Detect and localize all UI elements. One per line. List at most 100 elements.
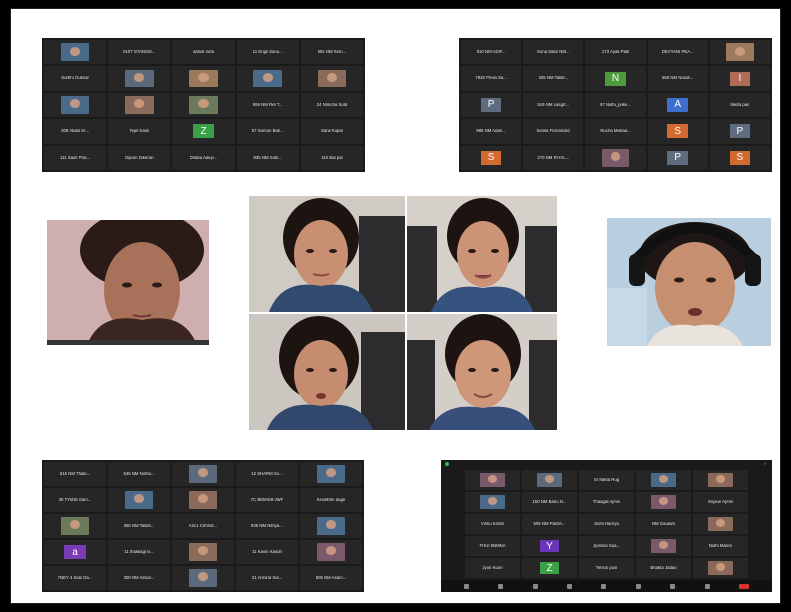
mute-button[interactable] [463,583,469,589]
participant-tile[interactable]: S [709,145,770,170]
participant-tile[interactable]: 110 Bat pal [300,145,363,170]
participant-tile[interactable]: Sohil Harnya [579,514,634,534]
participant-tile[interactable] [636,536,691,556]
participant-tile[interactable]: 581 NM Sem... [300,40,363,65]
participant-tile[interactable]: 505 NM Pachh... [522,514,577,534]
participant-tile[interactable]: 24 Nimcha Sold [300,92,363,118]
participant-tile[interactable]: 985 NM Adan... [461,119,522,144]
participant-tile[interactable] [636,492,691,512]
participant-tile[interactable]: 505 NM Talibl... [523,66,584,91]
record-button[interactable] [670,583,676,589]
participant-tile[interactable] [108,66,171,91]
participant-tile[interactable]: I [709,66,770,91]
participant-tile[interactable]: Dipum Dikeran [108,145,171,170]
participant-tile[interactable] [585,145,646,170]
participant-tile[interactable]: Tejel Kanli [108,119,171,144]
participant-tile[interactable]: 0107 STANSIS... [108,40,171,65]
participant-tile[interactable]: 835 NM Sutti... [236,145,299,170]
participant-tile[interactable] [108,92,171,118]
participant-tile[interactable]: P [647,145,708,170]
participant-tile[interactable] [172,66,235,91]
video-button[interactable] [498,583,504,589]
participant-tile[interactable]: Surbhi Gulmar [44,66,107,91]
participant-tile[interactable]: 7826 Privia Sa... [461,66,522,91]
participant-tile[interactable] [693,514,748,534]
participant-tile[interactable]: 7NEY 4 Sani Da... [44,566,106,590]
participant-tile[interactable]: Y [522,536,577,556]
participant-tile[interactable] [44,92,107,118]
participant-tile[interactable]: Bhakta Jadari [636,558,691,578]
participant-tile[interactable] [300,66,363,91]
participant-tile[interactable] [44,40,107,65]
participant-tile[interactable]: Vishu Kshar [465,514,520,534]
participant-tile[interactable]: a [44,540,106,564]
security-button[interactable] [532,583,538,589]
participant-tile[interactable]: 519 NM Lasgrt... [523,92,584,118]
participant-tile[interactable]: P [709,119,770,144]
participant-tile[interactable]: 11 Kavin Kasuh [236,540,298,564]
participant-tile[interactable]: Thaagat Ajmiri [579,492,634,512]
participant-tile[interactable]: Jyon Kuon [465,558,520,578]
participant-tile[interactable] [172,462,234,486]
participant-tile[interactable]: Dhaba Adeyi... [172,145,235,170]
participant-tile[interactable]: 12 SHARM Su... [236,462,298,486]
participant-tile[interactable] [300,462,362,486]
participant-tile[interactable]: Sanila Fernandez [523,119,584,144]
participant-tile[interactable]: 21 Armind Sal... [236,566,298,590]
participant-tile[interactable]: 11 thakkagl is... [108,540,170,564]
participant-tile[interactable]: 111 Saint Prot... [44,145,107,170]
participant-tile[interactable] [172,488,234,512]
participant-tile[interactable]: 300 NM Atmar... [108,566,170,590]
participant-tile[interactable]: Z [172,119,235,144]
participant-tile[interactable]: Rucha Mahad... [585,119,646,144]
participant-tile[interactable] [636,470,691,490]
participant-tile[interactable]: S [647,119,708,144]
participant-tile[interactable]: 595 NM Ret T... [236,92,299,118]
participant-tile[interactable]: 150 NM Banu N... [522,492,577,512]
participant-tile[interactable] [44,514,106,538]
participant-tile[interactable]: Kevalbhe duge [300,488,362,512]
participant-tile[interactable]: 515 NM Thaki... [44,462,106,486]
participant-tile[interactable]: NM Gautam [636,514,691,534]
share-screen-button[interactable] [635,583,641,589]
participant-tile[interactable]: P [461,92,522,118]
chat-button[interactable] [601,583,607,589]
reactions-button[interactable] [704,583,710,589]
participant-tile[interactable]: 208 Abdul Kr... [44,119,107,144]
participant-tile[interactable]: 11 Engli Sanu... [236,40,299,65]
participant-tile[interactable]: 30 TYMIS Sam... [44,488,106,512]
participant-tile[interactable]: Tehsin pusl [579,558,634,578]
participant-tile[interactable] [172,92,235,118]
participant-tile[interactable] [172,566,234,590]
participant-tile[interactable]: 835 NM Nithya... [236,514,298,538]
participant-tile[interactable]: Nikita pan [709,92,770,118]
participant-tile[interactable]: Sanil Kupal [300,119,363,144]
participant-tile[interactable]: Nidhi Maren [693,536,748,556]
participant-tile[interactable]: Jyotsna Sua... [579,536,634,556]
participant-tile[interactable]: 173 Ayati Patil [585,40,646,65]
participants-button[interactable] [567,583,573,589]
participant-tile[interactable]: 505 NM Asam... [300,566,362,590]
participant-tile[interactable] [108,488,170,512]
participant-tile[interactable]: 57 Sumon Bak... [236,119,299,144]
participant-tile[interactable]: THUI 5NMNA [465,536,520,556]
participant-tile[interactable]: Sona Sikar NM... [523,40,584,65]
participant-tile[interactable] [465,492,520,512]
participant-tile[interactable]: 905 NM Talibh... [108,514,170,538]
participant-tile[interactable]: 57 Nidhi_poke... [585,92,646,118]
participant-tile[interactable] [236,66,299,91]
participant-tile[interactable]: N [585,66,646,91]
participant-tile[interactable] [693,558,748,578]
participant-tile[interactable] [709,40,770,65]
participant-tile[interactable] [300,514,362,538]
participant-tile[interactable]: 270 NM RIYAL... [523,145,584,170]
participant-tile[interactable] [172,540,234,564]
participant-tile[interactable] [465,470,520,490]
participant-tile[interactable]: S [461,145,522,170]
participant-tile[interactable] [300,540,362,564]
end-meeting-button[interactable] [739,583,750,589]
participant-tile[interactable] [522,470,577,490]
participant-tile[interactable]: DEVYANI PEA... [647,40,708,65]
participant-tile[interactable]: 7C BEMIS8-JWF [236,488,298,512]
participant-tile[interactable]: Srijane Ajmiri [693,492,748,512]
